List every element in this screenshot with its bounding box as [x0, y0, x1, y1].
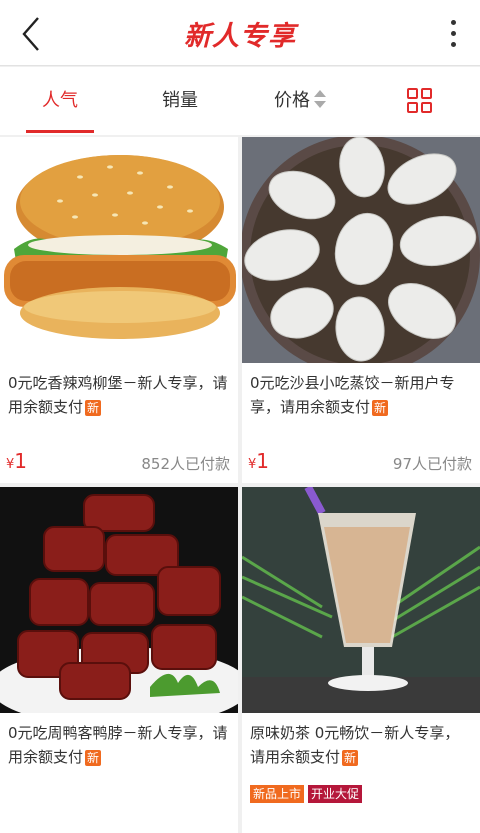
- product-card[interactable]: 0元吃周鸭客鸭脖－新人专享，请用余额支付新: [0, 487, 238, 833]
- tab-price[interactable]: 价格: [240, 67, 360, 135]
- product-card[interactable]: 0元吃沙县小吃蒸饺－新用户专享，请用余额支付新 ¥1 97人已付款: [242, 137, 480, 483]
- tab-sales[interactable]: 销量: [120, 67, 240, 135]
- product-card[interactable]: 0元吃香辣鸡柳堡－新人专享，请用余额支付新 ¥1 852人已付款: [0, 137, 238, 483]
- sold-count: 852人已付款: [141, 455, 230, 473]
- promo-tag: 开业大促: [308, 785, 363, 803]
- product-name: 0元吃周鸭客鸭脖－新人专享，请用余额支付新: [8, 724, 228, 766]
- product-name: 原味奶茶 0元畅饮－新人专享，请用余额支付新: [250, 724, 460, 766]
- product-price: ¥1: [6, 449, 28, 473]
- product-name: 0元吃香辣鸡柳堡－新人专享，请用余额支付新: [8, 374, 228, 416]
- product-card[interactable]: 原味奶茶 0元畅饮－新人专享，请用余额支付新 新品上市 开业大促: [242, 487, 480, 833]
- tab-popularity[interactable]: 人气: [0, 67, 120, 135]
- layout-toggle-button[interactable]: [360, 67, 480, 135]
- product-image-duck-neck: [0, 487, 238, 713]
- promo-tag: 新品上市: [250, 785, 305, 803]
- product-grid: 0元吃香辣鸡柳堡－新人专享，请用余额支付新 ¥1 852人已付款 0元吃沙县小吃…: [0, 137, 480, 833]
- sort-tabs: 人气 销量 价格: [0, 67, 480, 135]
- app-header: 新人专享: [0, 0, 480, 66]
- new-badge: 新: [342, 749, 359, 766]
- new-badge: 新: [372, 399, 389, 416]
- sort-arrows-icon: [314, 90, 326, 108]
- grid-view-icon: [407, 88, 433, 114]
- more-options-button[interactable]: [446, 16, 460, 52]
- product-image-milk-tea: [242, 487, 480, 713]
- page-title: 新人专享: [184, 21, 296, 52]
- sold-count: 97人已付款: [392, 455, 472, 473]
- more-vertical-icon: [450, 20, 456, 25]
- product-price: ¥1: [248, 449, 270, 473]
- new-badge: 新: [85, 399, 102, 416]
- promo-tags: 新品上市 开业大促: [250, 785, 363, 803]
- product-image-burger: [0, 137, 238, 363]
- product-image-dumplings: [242, 137, 480, 363]
- product-name: 0元吃沙县小吃蒸饺－新用户专享，请用余额支付新: [250, 374, 455, 416]
- new-badge: 新: [85, 749, 102, 766]
